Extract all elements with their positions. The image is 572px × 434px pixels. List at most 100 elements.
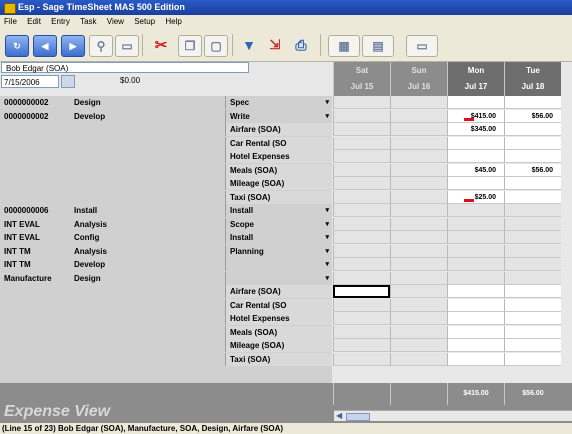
project-cell[interactable] bbox=[0, 136, 70, 150]
amount-cell[interactable] bbox=[447, 352, 504, 366]
amount-cell[interactable] bbox=[333, 123, 390, 136]
amount-cell[interactable] bbox=[333, 177, 390, 190]
table-row[interactable]: Airfare (SOA) $345.00 bbox=[0, 123, 572, 136]
amount-cell[interactable] bbox=[333, 109, 390, 123]
task-cell[interactable]: ▾ bbox=[225, 271, 332, 285]
project-cell[interactable] bbox=[0, 123, 70, 136]
table-row[interactable]: INT EVAL Analysis Scope ▾ bbox=[0, 217, 572, 231]
amount-cell[interactable] bbox=[504, 312, 561, 325]
amount-cell[interactable] bbox=[333, 96, 390, 109]
task-cell[interactable]: Mileage (SOA) bbox=[225, 177, 332, 190]
amount-cell[interactable]: $25.00 bbox=[447, 190, 504, 204]
project-cell[interactable]: INT EVAL bbox=[0, 217, 70, 231]
filter-icon[interactable]: ▼ bbox=[238, 35, 260, 55]
task-cell[interactable]: Airfare (SOA) bbox=[225, 123, 332, 136]
amount-cell[interactable] bbox=[333, 204, 390, 217]
chevron-down-icon[interactable]: ▾ bbox=[325, 110, 329, 123]
amount-cell[interactable] bbox=[504, 244, 561, 258]
table-row[interactable]: Taxi (SOA) $25.00 bbox=[0, 190, 572, 204]
phase-cell[interactable] bbox=[70, 325, 225, 339]
amount-cell[interactable] bbox=[390, 339, 447, 352]
menu-view[interactable]: View bbox=[103, 15, 128, 29]
grid-icon[interactable]: ▦ bbox=[328, 35, 360, 57]
amount-cell[interactable] bbox=[390, 163, 447, 177]
project-cell[interactable] bbox=[0, 352, 70, 366]
project-cell[interactable] bbox=[0, 312, 70, 325]
layout-icon[interactable]: ▤ bbox=[362, 35, 394, 57]
amount-cell[interactable] bbox=[504, 217, 561, 231]
menu-setup[interactable]: Setup bbox=[130, 15, 159, 29]
amount-cell[interactable] bbox=[390, 352, 447, 366]
amount-cell[interactable] bbox=[447, 258, 504, 271]
amount-cell[interactable] bbox=[447, 204, 504, 217]
amount-cell[interactable] bbox=[504, 231, 561, 244]
scroll-thumb[interactable] bbox=[346, 413, 370, 421]
amount-cell[interactable] bbox=[333, 231, 390, 244]
task-cell[interactable]: Planning ▾ bbox=[225, 244, 332, 258]
phase-cell[interactable]: Develop bbox=[70, 258, 225, 271]
amount-cell[interactable] bbox=[504, 190, 561, 204]
task-cell[interactable]: Spec ▾ bbox=[225, 96, 332, 109]
amount-cell[interactable]: $56.00 bbox=[504, 109, 561, 123]
project-cell[interactable]: 0000000002 bbox=[0, 109, 70, 123]
amount-cell[interactable] bbox=[504, 150, 561, 163]
project-cell[interactable]: INT TM bbox=[0, 258, 70, 271]
phase-cell[interactable]: Install bbox=[70, 204, 225, 217]
phase-cell[interactable]: Analysis bbox=[70, 244, 225, 258]
amount-cell[interactable] bbox=[504, 136, 561, 150]
project-cell[interactable] bbox=[0, 177, 70, 190]
amount-cell[interactable] bbox=[504, 271, 561, 285]
project-cell[interactable] bbox=[0, 339, 70, 352]
print-icon[interactable]: ⎙ bbox=[290, 35, 312, 55]
amount-cell[interactable] bbox=[390, 258, 447, 271]
amount-cell[interactable]: $415.00 bbox=[447, 109, 504, 123]
table-row[interactable]: Mileage (SOA) bbox=[0, 339, 572, 352]
horizontal-scrollbar[interactable]: ◀ bbox=[334, 410, 572, 421]
menu-help[interactable]: Help bbox=[161, 15, 185, 29]
phase-cell[interactable]: Config bbox=[70, 231, 225, 244]
amount-cell[interactable] bbox=[390, 123, 447, 136]
project-cell[interactable] bbox=[0, 150, 70, 163]
project-cell[interactable]: INT TM bbox=[0, 244, 70, 258]
doc-icon[interactable]: ▭ bbox=[115, 35, 139, 57]
amount-cell[interactable] bbox=[333, 217, 390, 231]
project-cell[interactable] bbox=[0, 325, 70, 339]
amount-cell[interactable] bbox=[504, 204, 561, 217]
amount-cell[interactable] bbox=[504, 325, 561, 339]
amount-cell[interactable] bbox=[333, 244, 390, 258]
task-cell[interactable]: Hotel Expenses bbox=[225, 150, 332, 163]
amount-cell[interactable] bbox=[504, 177, 561, 190]
amount-cell[interactable] bbox=[447, 150, 504, 163]
amount-cell[interactable] bbox=[390, 312, 447, 325]
table-row[interactable]: Car Rental (SO bbox=[0, 298, 572, 312]
phase-cell[interactable]: Design bbox=[70, 96, 225, 109]
table-row[interactable]: Manufacture Design ▾ bbox=[0, 271, 572, 285]
amount-cell[interactable] bbox=[447, 96, 504, 109]
amount-cell[interactable] bbox=[333, 150, 390, 163]
table-row[interactable]: INT EVAL Config Install ▾ bbox=[0, 231, 572, 244]
project-cell[interactable] bbox=[0, 163, 70, 177]
amount-cell[interactable] bbox=[447, 244, 504, 258]
amount-cell[interactable]: $56.00 bbox=[504, 163, 561, 177]
amount-cell[interactable]: $45.00 bbox=[447, 163, 504, 177]
project-cell[interactable]: 0000000006 bbox=[0, 204, 70, 217]
table-row[interactable]: 0000000002 Design Spec ▾ bbox=[0, 96, 572, 109]
amount-cell[interactable] bbox=[504, 339, 561, 352]
amount-cell[interactable] bbox=[390, 298, 447, 312]
project-cell[interactable]: INT EVAL bbox=[0, 231, 70, 244]
task-cell[interactable]: Write ▾ bbox=[225, 109, 332, 123]
amount-cell[interactable] bbox=[390, 109, 447, 123]
task-cell[interactable]: Car Rental (SO bbox=[225, 298, 332, 312]
task-cell[interactable]: Install ▾ bbox=[225, 231, 332, 244]
table-row[interactable]: Hotel Expenses bbox=[0, 150, 572, 163]
chevron-down-icon[interactable]: ▾ bbox=[325, 231, 329, 244]
menu-edit[interactable]: Edit bbox=[23, 15, 45, 29]
menu-file[interactable]: File bbox=[0, 15, 21, 29]
table-row[interactable]: 0000000006 Install Install ▾ bbox=[0, 204, 572, 217]
amount-cell[interactable] bbox=[447, 285, 504, 298]
table-row[interactable]: Meals (SOA) $45.00 $56.00 bbox=[0, 163, 572, 177]
amount-cell[interactable] bbox=[390, 217, 447, 231]
amount-cell[interactable] bbox=[333, 285, 390, 298]
prev-icon[interactable]: ◀ bbox=[33, 35, 57, 57]
task-cell[interactable]: Meals (SOA) bbox=[225, 325, 332, 339]
